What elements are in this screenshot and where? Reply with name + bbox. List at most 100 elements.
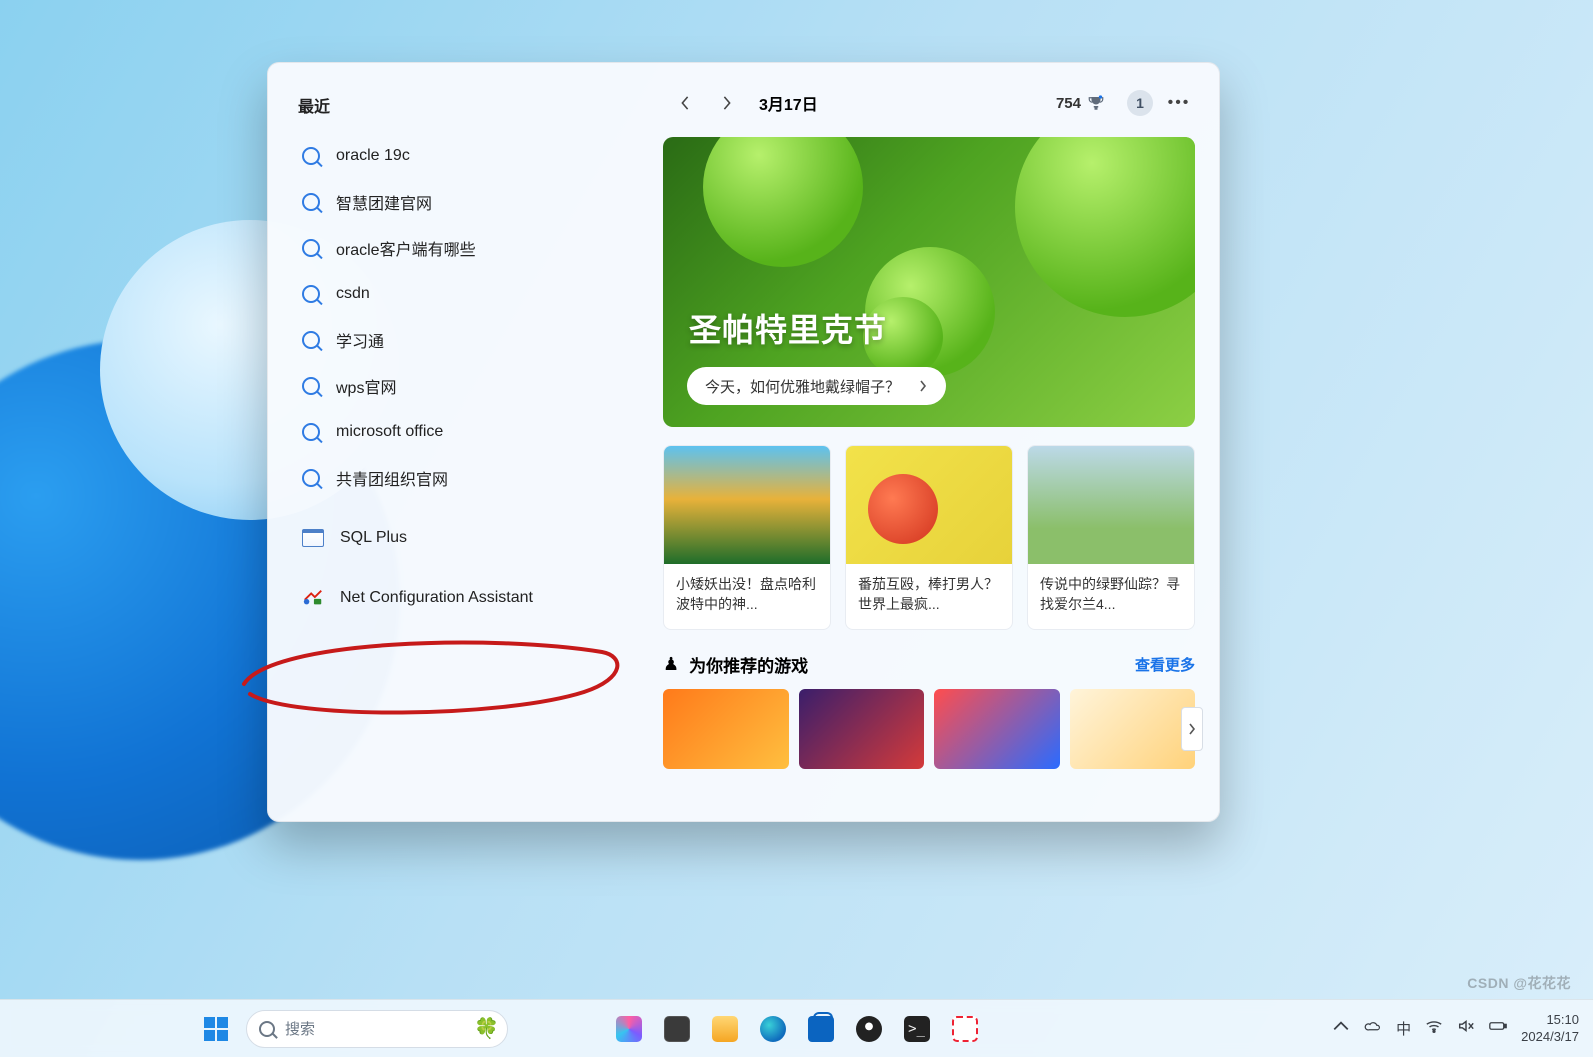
more-icon: ••• bbox=[1168, 94, 1191, 112]
card-thumbnail bbox=[846, 446, 1012, 564]
taskbar-explorer[interactable] bbox=[705, 1009, 745, 1049]
search-placeholder: 搜索 bbox=[285, 1018, 315, 1039]
search-flyout: 最近 oracle 19c 智慧团建官网 oracle客户端有哪些 csdn 学… bbox=[267, 62, 1220, 822]
recent-item-netca[interactable]: Net Configuration Assistant bbox=[292, 575, 649, 621]
recent-item-7[interactable]: 共青团组织官网 bbox=[292, 455, 649, 501]
recent-item-4[interactable]: 学习通 bbox=[292, 317, 649, 363]
recent-item-label: 共青团组织官网 bbox=[336, 466, 448, 490]
sqlplus-icon bbox=[302, 527, 324, 549]
taskbar-taskview[interactable] bbox=[657, 1009, 697, 1049]
chevron-up-icon bbox=[1332, 1017, 1350, 1035]
taskbar-copilot[interactable] bbox=[609, 1009, 649, 1049]
tray-clock[interactable]: 15:10 2024/3/17 bbox=[1521, 1012, 1579, 1045]
hero-subtitle-chip[interactable]: 今天，如何优雅地戴绿帽子？ bbox=[687, 367, 946, 405]
game-tile-3[interactable] bbox=[1070, 689, 1196, 769]
taskbar: 搜索 🍀 >_ 中 15:10 2024/3/17 bbox=[0, 999, 1593, 1057]
search-icon bbox=[302, 423, 320, 441]
taskbar-pinned-apps: >_ bbox=[609, 1009, 985, 1049]
feed-date: 3月17日 bbox=[759, 91, 818, 115]
volume-mute-icon bbox=[1457, 1017, 1475, 1035]
card-text: 传说中的绿野仙踪？寻找爱尔兰4... bbox=[1028, 564, 1194, 629]
hero-card[interactable]: 圣帕特里克节 今天，如何优雅地戴绿帽子？ bbox=[663, 137, 1195, 427]
nav-back-button[interactable] bbox=[667, 85, 703, 121]
game-tile-1[interactable] bbox=[799, 689, 925, 769]
card-text: 番茄互殴，棒打男人？世界上最疯... bbox=[846, 564, 1012, 629]
battery-icon bbox=[1489, 1017, 1507, 1035]
taskview-icon bbox=[664, 1016, 690, 1042]
netca-icon bbox=[302, 587, 324, 609]
points-value: 754 bbox=[1056, 95, 1081, 112]
recent-column: 最近 oracle 19c 智慧团建官网 oracle客户端有哪些 csdn 学… bbox=[268, 63, 663, 821]
tray-date-text: 2024/3/17 bbox=[1521, 1029, 1579, 1045]
taskbar-snip[interactable] bbox=[945, 1009, 985, 1049]
taskbar-search-box[interactable]: 搜索 🍀 bbox=[246, 1010, 508, 1048]
recent-item-0[interactable]: oracle 19c bbox=[292, 133, 649, 179]
games-tiles-row bbox=[663, 689, 1195, 769]
notification-badge[interactable]: 1 bbox=[1127, 90, 1153, 116]
games-title: 为你推荐的游戏 bbox=[689, 652, 808, 677]
game-tile-0[interactable] bbox=[663, 689, 789, 769]
taskbar-edge[interactable] bbox=[753, 1009, 793, 1049]
recent-item-label: microsoft office bbox=[336, 423, 443, 441]
tray-volume[interactable] bbox=[1457, 1017, 1475, 1040]
taskbar-terminal[interactable]: >_ bbox=[897, 1009, 937, 1049]
recent-item-2[interactable]: oracle客户端有哪些 bbox=[292, 225, 649, 271]
qq-icon bbox=[856, 1016, 882, 1042]
recent-item-5[interactable]: wps官网 bbox=[292, 363, 649, 409]
recent-item-label: SQL Plus bbox=[340, 529, 407, 547]
recent-item-label: 学习通 bbox=[336, 328, 384, 352]
recent-item-1[interactable]: 智慧团建官网 bbox=[292, 179, 649, 225]
feed-header: 3月17日 754 1 ••• bbox=[663, 83, 1195, 123]
news-card-2[interactable]: 传说中的绿野仙踪？寻找爱尔兰4... bbox=[1027, 445, 1195, 630]
search-icon bbox=[302, 147, 320, 165]
hero-subtitle: 今天，如何优雅地戴绿帽子？ bbox=[705, 376, 900, 397]
windows-logo-icon bbox=[204, 1017, 228, 1041]
trophy-icon bbox=[1087, 94, 1105, 112]
feed-column: 3月17日 754 1 ••• 圣帕特里克节 今天，如何优雅地戴绿帽子？ 小矮妖… bbox=[663, 63, 1219, 821]
clover-icon: 🍀 bbox=[474, 1016, 499, 1041]
nav-forward-button[interactable] bbox=[709, 85, 745, 121]
snip-icon bbox=[952, 1016, 978, 1042]
taskbar-qq[interactable] bbox=[849, 1009, 889, 1049]
tray-ime[interactable]: 中 bbox=[1396, 1018, 1411, 1039]
rewards-points[interactable]: 754 bbox=[1048, 90, 1113, 116]
recent-item-label: oracle客户端有哪些 bbox=[336, 236, 476, 260]
card-thumbnail bbox=[664, 446, 830, 564]
search-icon bbox=[302, 193, 320, 211]
game-tile-2[interactable] bbox=[934, 689, 1060, 769]
games-icon: ♟ bbox=[663, 654, 679, 675]
search-icon bbox=[302, 285, 320, 303]
recent-item-sqlplus[interactable]: SQL Plus bbox=[292, 515, 649, 561]
taskbar-store[interactable] bbox=[801, 1009, 841, 1049]
cloud-icon bbox=[1364, 1017, 1382, 1035]
games-header: ♟ 为你推荐的游戏 查看更多 bbox=[663, 652, 1195, 677]
tray-overflow[interactable] bbox=[1332, 1017, 1350, 1040]
store-icon bbox=[808, 1016, 834, 1042]
tray-time-text: 15:10 bbox=[1521, 1012, 1579, 1028]
recent-item-6[interactable]: microsoft office bbox=[292, 409, 649, 455]
recent-item-label: Net Configuration Assistant bbox=[340, 589, 533, 607]
search-icon bbox=[302, 377, 320, 395]
tray-onedrive[interactable] bbox=[1364, 1017, 1382, 1040]
recent-item-label: oracle 19c bbox=[336, 147, 410, 165]
copilot-icon bbox=[616, 1016, 642, 1042]
start-button[interactable] bbox=[196, 1009, 236, 1049]
recent-item-label: wps官网 bbox=[336, 374, 396, 398]
games-next-button[interactable] bbox=[1181, 707, 1203, 751]
tray-battery[interactable] bbox=[1489, 1017, 1507, 1040]
chevron-right-icon bbox=[1188, 723, 1196, 735]
watermark-text: CSDN @花花花 bbox=[1467, 973, 1571, 993]
recent-item-3[interactable]: csdn bbox=[292, 271, 649, 317]
feed-more-button[interactable]: ••• bbox=[1163, 87, 1195, 119]
terminal-icon: >_ bbox=[904, 1016, 930, 1042]
search-icon bbox=[302, 331, 320, 349]
news-card-1[interactable]: 番茄互殴，棒打男人？世界上最疯... bbox=[845, 445, 1013, 630]
games-see-more[interactable]: 查看更多 bbox=[1135, 654, 1195, 675]
card-thumbnail bbox=[1028, 446, 1194, 564]
news-card-0[interactable]: 小矮妖出没！盘点哈利波特中的神... bbox=[663, 445, 831, 630]
recent-heading: 最近 bbox=[298, 93, 643, 117]
news-cards-row: 小矮妖出没！盘点哈利波特中的神... 番茄互殴，棒打男人？世界上最疯... 传说… bbox=[663, 445, 1195, 630]
tray-wifi[interactable] bbox=[1425, 1017, 1443, 1040]
hero-title: 圣帕特里克节 bbox=[689, 305, 887, 351]
chevron-left-icon bbox=[678, 96, 692, 110]
